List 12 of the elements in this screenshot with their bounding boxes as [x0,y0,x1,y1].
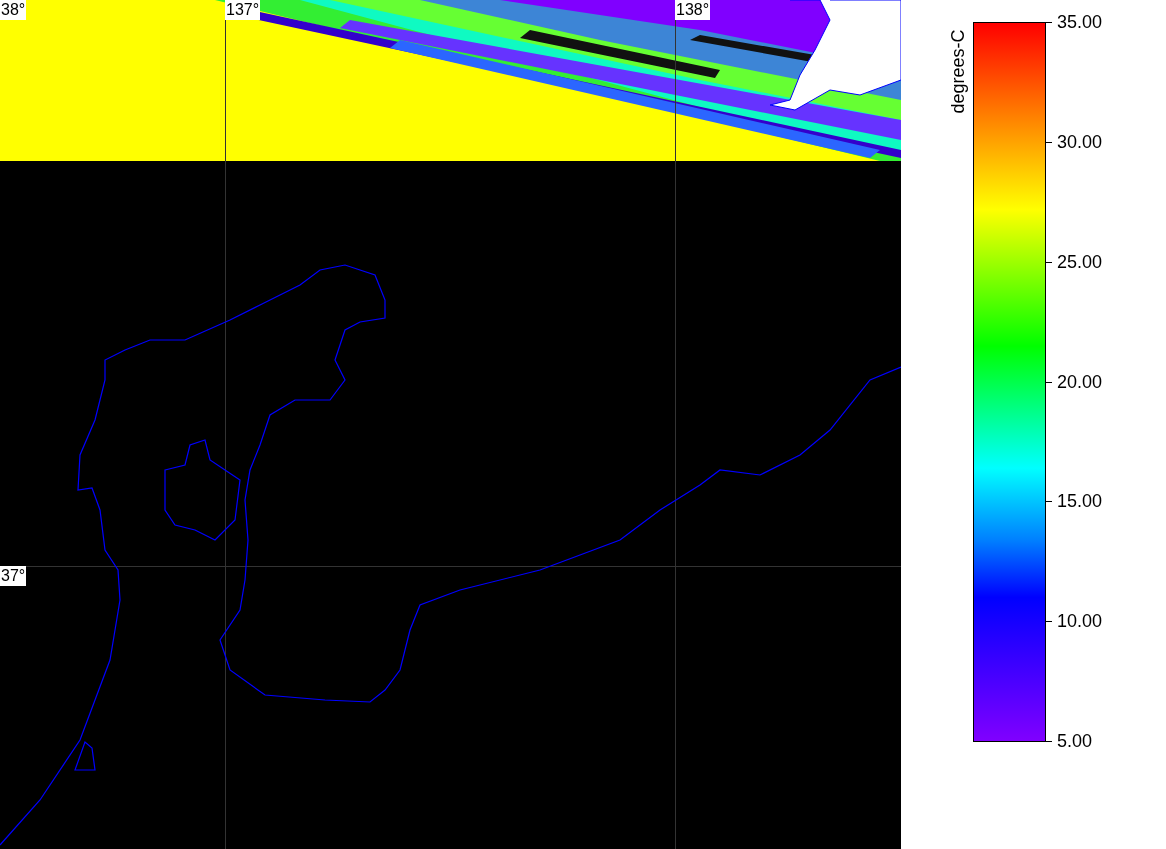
grid-label: 37° [0,566,27,586]
colorbar-tick-label: 5.00 [1057,731,1093,751]
colorbar-tick-label: 15.00 [1057,491,1103,512]
colorbar-tick-label: 25.00 [1057,251,1103,272]
colorbar-tick-label: 20.00 [1057,371,1103,392]
grid-label: 38° [0,0,27,20]
colorbar-tick-label: 10.00 [1057,611,1103,632]
colorbar-tick-label: 30.00 [1057,131,1103,152]
grid-label: 137° [225,0,261,20]
grid-label: 138° [675,0,711,20]
colorbar-tick-label: 35.00 [1057,12,1103,32]
colorbar-title: degrees-C [946,29,969,114]
